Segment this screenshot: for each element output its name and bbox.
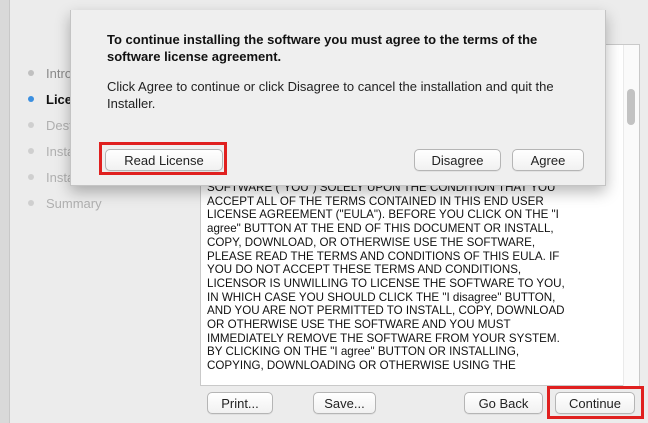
go-back-button[interactable]: Go Back — [464, 392, 543, 414]
license-agreement-text: SOFTWARE ("YOU") SOLELY UPON THE CONDITI… — [207, 181, 565, 373]
step-summary: Summary — [28, 190, 188, 216]
disagree-button[interactable]: Disagree — [414, 149, 501, 171]
scrollbar-track[interactable] — [623, 45, 639, 387]
sheet-message: Click Agree to continue or click Disagre… — [107, 79, 554, 111]
license-agreement-sheet: To continue installing the software you … — [70, 10, 606, 186]
read-license-highlight-box — [99, 142, 227, 175]
step-dot-icon — [28, 122, 34, 128]
window-edge — [0, 0, 10, 423]
step-dot-icon — [28, 174, 34, 180]
agree-button[interactable]: Agree — [512, 149, 584, 171]
step-dot-icon — [28, 200, 34, 206]
print-button[interactable]: Print... — [207, 392, 273, 414]
step-dot-icon — [28, 148, 34, 154]
step-dot-icon — [28, 70, 34, 76]
step-dot-icon — [28, 96, 34, 102]
sheet-title: To continue installing the software you … — [107, 32, 538, 64]
continue-highlight-box — [547, 386, 644, 419]
step-label: Summary — [46, 195, 102, 211]
scrollbar-thumb[interactable] — [627, 89, 635, 125]
save-button[interactable]: Save... — [313, 392, 376, 414]
